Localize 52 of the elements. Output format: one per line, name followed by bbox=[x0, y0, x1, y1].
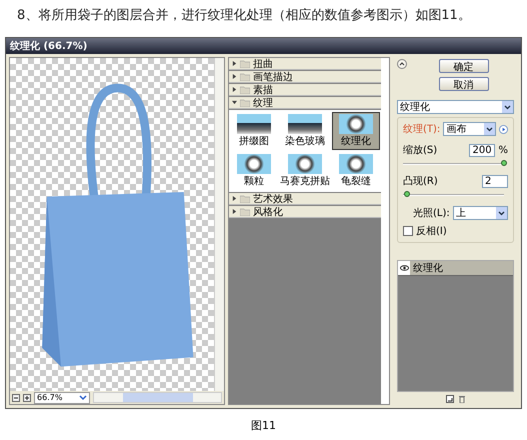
filter-dropdown[interactable]: 纹理化 bbox=[397, 100, 514, 114]
chevron-down-icon[interactable] bbox=[502, 101, 513, 113]
filter-thumbnail[interactable]: 马赛克拼贴 bbox=[278, 152, 332, 190]
dialog-button[interactable]: 确定 bbox=[438, 59, 488, 73]
relief-label: 凸现(R) bbox=[403, 175, 438, 188]
texture-label: 纹理(T): bbox=[403, 123, 440, 136]
zoom-in-icon[interactable] bbox=[23, 394, 31, 402]
scaling-label: 缩放(S) bbox=[403, 144, 438, 157]
eye-icon[interactable] bbox=[400, 265, 408, 271]
filter-category[interactable]: 素描 bbox=[229, 84, 381, 96]
chevron-down-icon[interactable] bbox=[484, 123, 495, 135]
light-dropdown[interactable]: 上 bbox=[452, 206, 508, 220]
filter-thumbnail[interactable]: 颗粒 bbox=[230, 152, 278, 190]
chevron-down-icon[interactable] bbox=[79, 394, 87, 400]
slider-thumb[interactable] bbox=[404, 191, 410, 197]
invert-label: 反相(I) bbox=[416, 224, 447, 238]
scaling-input[interactable]: 200 bbox=[469, 144, 496, 156]
triangle-icon[interactable] bbox=[232, 61, 237, 66]
collapse-icon[interactable] bbox=[397, 59, 407, 69]
triangle-icon[interactable] bbox=[232, 87, 237, 92]
dialog-button[interactable]: 取消 bbox=[438, 77, 488, 91]
new-layer-icon[interactable] bbox=[446, 395, 454, 403]
chevron-down-icon[interactable] bbox=[496, 207, 507, 219]
window-title: 纹理化 (66.7%) bbox=[10, 40, 88, 53]
filter-thumbnail[interactable]: 纹理化 bbox=[332, 112, 380, 150]
zoom-dropdown[interactable]: 66.7% bbox=[34, 392, 90, 404]
horizontal-scrollbar[interactable] bbox=[93, 392, 222, 403]
relief-input[interactable]: 2 bbox=[482, 174, 508, 188]
triangle-icon[interactable] bbox=[232, 209, 237, 214]
vertical-scrollbar[interactable] bbox=[214, 58, 224, 391]
filter-thumbnail[interactable]: 拼缀图 bbox=[230, 112, 278, 150]
slider-thumb[interactable] bbox=[501, 160, 507, 166]
triangle-icon[interactable] bbox=[232, 100, 237, 105]
filter-category[interactable]: 风格化 bbox=[229, 206, 381, 218]
light-label: 光照(L): bbox=[413, 206, 450, 220]
instruction-text: 8、将所用袋子的图层合并，进行纹理化处理（相应的数值参考图示）如图11。 bbox=[16, 7, 472, 25]
filter-thumbnail[interactable]: 龟裂缝 bbox=[332, 152, 380, 190]
invert-checkbox[interactable] bbox=[403, 226, 413, 236]
trash-icon[interactable] bbox=[458, 395, 466, 403]
effect-layer[interactable]: 纹理化 bbox=[398, 261, 513, 276]
list-scrollbar[interactable] bbox=[381, 58, 389, 404]
triangle-icon[interactable] bbox=[232, 196, 237, 201]
filter-category[interactable]: 艺术效果 bbox=[229, 193, 381, 205]
filter-thumbnail[interactable]: 染色玻璃 bbox=[278, 112, 332, 150]
figure-caption: 图11 bbox=[250, 418, 277, 433]
filter-category[interactable]: 扭曲 bbox=[229, 58, 381, 70]
filter-category[interactable]: 纹理 bbox=[229, 97, 381, 109]
filter-category[interactable]: 画笔描边 bbox=[229, 71, 381, 83]
triangle-icon[interactable] bbox=[232, 74, 237, 79]
zoom-out-icon[interactable] bbox=[12, 394, 20, 402]
texture-dropdown[interactable]: 画布 bbox=[443, 122, 496, 136]
percent-unit: % bbox=[498, 144, 508, 156]
